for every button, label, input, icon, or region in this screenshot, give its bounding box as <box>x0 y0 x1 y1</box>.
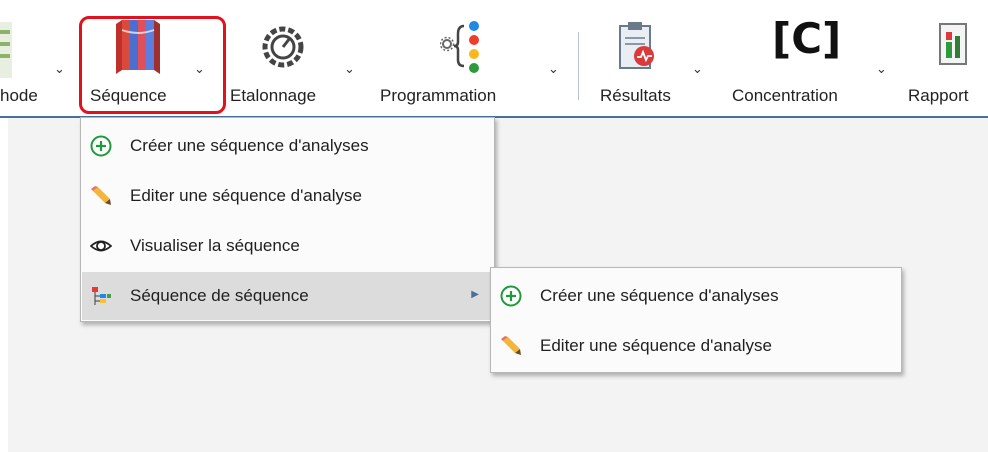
menu-item-label: Editer une séquence d'analyse <box>130 186 362 205</box>
ribbon-separator <box>578 32 579 100</box>
chevron-down-icon[interactable]: ⌄ <box>692 62 703 75</box>
selection-highlight <box>79 16 226 114</box>
chevron-down-icon[interactable]: ⌄ <box>344 62 355 75</box>
gauge-icon <box>262 26 304 68</box>
chevron-down-icon[interactable]: ⌄ <box>876 62 887 75</box>
submenu-arrow-icon: ▶ <box>471 289 479 300</box>
ribbon-label: hode <box>0 86 38 105</box>
menu-item-view-sequence[interactable]: Visualiser la séquence <box>82 222 493 270</box>
chevron-down-icon[interactable]: ⌄ <box>54 62 65 75</box>
menu-item-edit-sequence[interactable]: Editer une séquence d'analyse <box>82 172 493 220</box>
method-icon <box>0 22 12 78</box>
concentration-icon: [C] <box>772 14 842 63</box>
menu-item-label: Visualiser la séquence <box>130 236 300 255</box>
ribbon-label: Etalonnage <box>230 86 317 105</box>
sequence-dropdown-menu: Créer une séquence d'analyses Editer une… <box>80 117 495 322</box>
ribbon-toolbar: ⌄ hode ⌄ Séquence ⌄ Etalonnage ⌄ Program… <box>0 0 988 118</box>
ribbon-button-resultats[interactable]: ⌄ Résultats <box>600 14 712 112</box>
tree-icon <box>92 287 111 305</box>
ribbon-label: Rapport <box>908 86 969 105</box>
report-icon <box>939 23 967 65</box>
add-circle-icon <box>90 135 112 157</box>
chevron-down-icon[interactable]: ⌄ <box>548 62 559 75</box>
sequence-submenu: Créer une séquence d'analyses Editer une… <box>490 267 902 373</box>
programming-icon <box>440 21 479 73</box>
submenu-item-label: Créer une séquence d'analyses <box>540 286 779 305</box>
submenu-item-edit-sequence[interactable]: Editer une séquence d'analyse <box>492 322 900 370</box>
results-icon <box>619 22 654 69</box>
ribbon-button-programmation[interactable]: ⌄ Programmation <box>380 14 576 112</box>
submenu-item-label: Editer une séquence d'analyse <box>540 336 772 355</box>
pencil-icon <box>91 186 111 205</box>
ribbon-label: Concentration <box>732 86 838 105</box>
pencil-icon <box>501 336 521 355</box>
submenu-item-create-sequence[interactable]: Créer une séquence d'analyses <box>492 272 900 320</box>
ribbon-button-methode[interactable]: ⌄ hode <box>0 14 76 112</box>
eye-icon <box>90 240 112 252</box>
menu-item-sequence-of-sequence[interactable]: Séquence de séquence ▶ <box>82 272 493 320</box>
menu-item-label: Séquence de séquence <box>130 286 309 305</box>
menu-item-create-sequence[interactable]: Créer une séquence d'analyses <box>82 122 493 170</box>
ribbon-label: Résultats <box>600 86 671 105</box>
ribbon-button-etalonnage[interactable]: ⌄ Etalonnage <box>228 14 364 112</box>
ribbon-button-rapport[interactable]: Rapport <box>908 14 988 112</box>
ribbon-label: Programmation <box>380 86 497 105</box>
menu-item-label: Créer une séquence d'analyses <box>130 136 369 155</box>
add-circle-icon <box>500 285 522 307</box>
ribbon-button-concentration[interactable]: [C] ⌄ Concentration <box>730 14 896 112</box>
